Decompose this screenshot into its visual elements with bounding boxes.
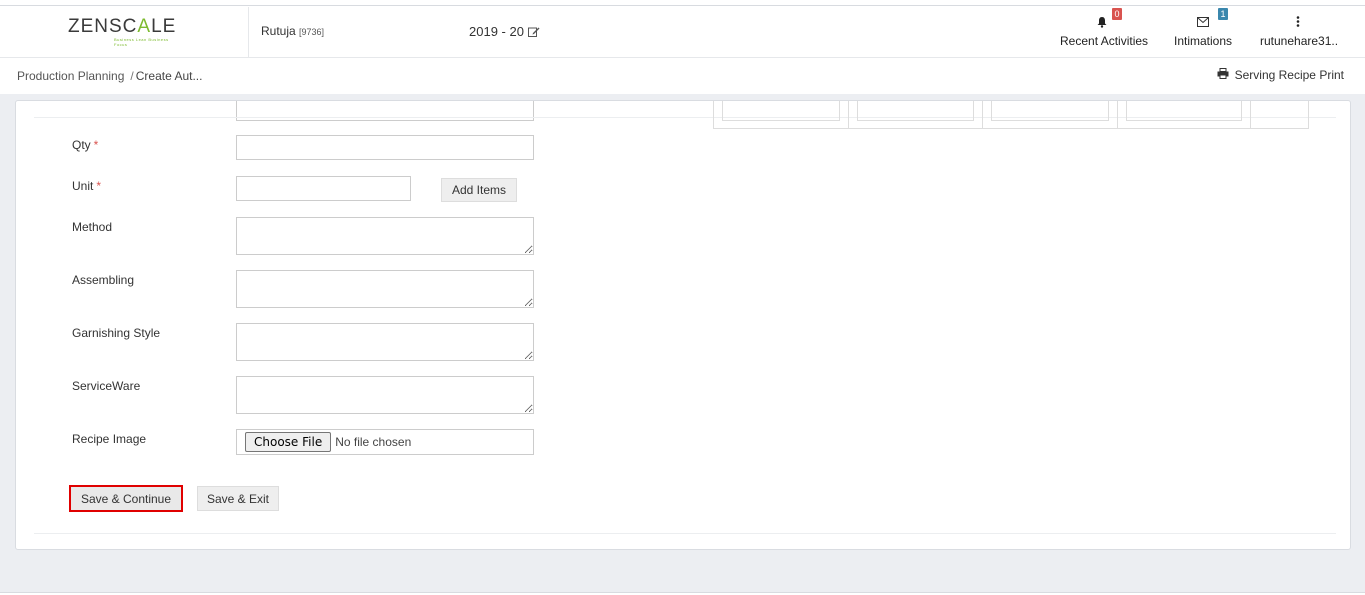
unit-label: Unit *	[72, 179, 102, 193]
recipe-form-panel: Qty * Unit * Add Items Method Assembling G…	[15, 100, 1351, 550]
breadcrumb-production-planning[interactable]: Production Planning	[17, 69, 124, 83]
serving-recipe-print-link[interactable]: Serving Recipe Print	[1217, 68, 1344, 82]
choose-file-button[interactable]: Choose File	[245, 432, 332, 452]
recent-activities-label: Recent Activities	[1060, 34, 1149, 48]
header-divider	[248, 7, 249, 58]
method-label: Method	[72, 220, 113, 234]
serviceware-textarea[interactable]	[236, 376, 534, 414]
qty-input[interactable]	[236, 135, 534, 160]
fiscal-year-selector[interactable]: 2019 - 20	[469, 24, 540, 39]
activities-count-badge: 0	[1112, 8, 1122, 20]
table-cell-input[interactable]	[856, 101, 975, 121]
add-items-button[interactable]: Add Items	[441, 178, 517, 202]
panel-divider-bottom	[34, 533, 1336, 534]
user-menu[interactable]: rutunehare31..	[1260, 15, 1339, 48]
breadcrumb-separator: /	[130, 69, 134, 83]
table-cell-input[interactable]	[991, 101, 1109, 121]
user-id: [9736]	[299, 27, 325, 37]
save-continue-button[interactable]: Save & Continue	[69, 485, 183, 512]
recipe-image-label: Recipe Image	[72, 432, 147, 446]
qty-label: Qty *	[72, 138, 99, 152]
edit-icon[interactable]	[527, 26, 540, 37]
app-header: ZENSCALE Business Lean Business Focus Ru…	[0, 7, 1365, 58]
serving-recipe-print-label: Serving Recipe Print	[1234, 68, 1344, 82]
fiscal-year-value: 2019 - 20	[469, 24, 524, 39]
current-user: Rutuja [9736]	[261, 24, 324, 38]
user-name: Rutuja	[261, 24, 296, 38]
serviceware-label: ServiceWare	[72, 379, 141, 393]
bell-icon	[1096, 16, 1108, 31]
intimations-count-badge: 1	[1218, 8, 1228, 20]
no-file-chosen-text: No file chosen	[335, 435, 412, 449]
printer-icon	[1217, 68, 1229, 82]
assembling-label: Assembling	[72, 273, 135, 287]
garnishing-style-textarea[interactable]	[236, 323, 534, 361]
save-exit-button[interactable]: Save & Exit	[197, 486, 279, 511]
garnishing-style-label: Garnishing Style	[72, 326, 161, 340]
user-menu-label: rutunehare31..	[1260, 34, 1339, 48]
assembling-textarea[interactable]	[236, 270, 534, 308]
breadcrumb-current: Create Aut...	[135, 69, 203, 83]
intimations-label: Intimations	[1174, 34, 1233, 48]
zenscale-logo[interactable]: ZENSCALE Business Lean Business Focus	[68, 17, 183, 48]
table-cell-input[interactable]	[722, 101, 840, 121]
intimations-link[interactable]: 1 Intimations	[1174, 8, 1233, 48]
method-textarea[interactable]	[236, 217, 534, 255]
recent-activities-link[interactable]: 0 Recent Activities	[1060, 8, 1149, 48]
previous-field-input[interactable]	[236, 101, 534, 121]
top-border	[0, 0, 1365, 6]
unit-input[interactable]	[236, 176, 411, 201]
vertical-ellipsis-icon	[1296, 16, 1300, 30]
breadcrumb: Production Planning / Create Aut...	[17, 69, 202, 83]
table-cell-input[interactable]	[1125, 101, 1243, 121]
items-table-fragment	[713, 101, 1309, 129]
envelope-icon	[1197, 16, 1209, 30]
breadcrumb-bar: Production Planning / Create Aut... Servin…	[0, 58, 1365, 94]
recipe-image-file-input[interactable]: Choose File No file chosen	[236, 429, 534, 455]
